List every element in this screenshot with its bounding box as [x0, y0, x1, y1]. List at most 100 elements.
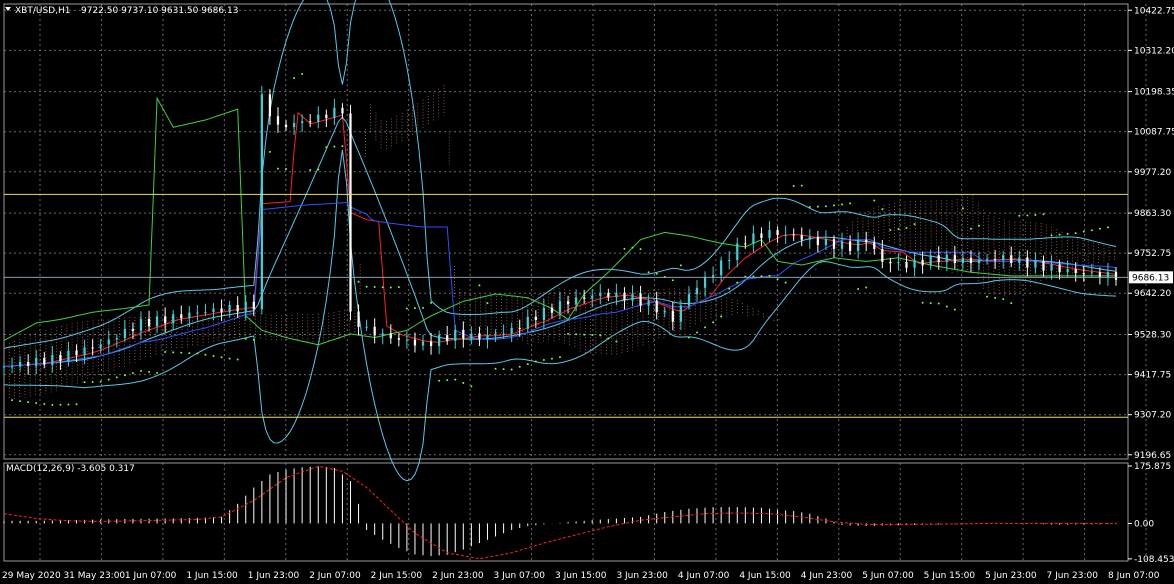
time-tick-label: 3 Jun 07:00	[494, 571, 546, 581]
sar-dot	[51, 403, 54, 406]
price-tick-label: 9642.20	[1134, 289, 1171, 299]
candle-body	[832, 239, 836, 249]
candle-body	[655, 300, 658, 313]
sar-dot	[671, 279, 674, 282]
candle-body	[188, 312, 191, 319]
candle-body	[502, 333, 505, 335]
sar-dot	[285, 167, 288, 170]
sar-dot	[873, 199, 876, 202]
sar-dot	[631, 246, 634, 249]
chart-canvas: 10422.75 10312.20 10198.35 10087.75 9977.20 9…	[0, 0, 1174, 584]
sar-dot	[430, 301, 433, 304]
candle-body	[1018, 257, 1021, 263]
candle-body	[1050, 264, 1053, 271]
sar-dot	[905, 227, 908, 230]
symbol-label: XBT/USD,H1	[15, 6, 70, 16]
sar-dot	[373, 286, 376, 289]
sar-dot	[188, 352, 191, 355]
sar-dot	[1018, 214, 1021, 217]
time-tick-label: 29 May 2020	[2, 571, 61, 581]
sar-dot	[486, 302, 489, 305]
candle-body	[607, 292, 610, 298]
candle-body	[542, 307, 546, 321]
time-tick-label: 5 Jun 23:00	[985, 571, 1037, 581]
candle-body	[438, 335, 441, 347]
candle-body	[365, 326, 368, 328]
sar-dot	[526, 363, 529, 366]
candle-body	[969, 257, 973, 264]
candle-body	[123, 328, 126, 339]
sar-dot	[1010, 302, 1013, 305]
candle-body	[1026, 257, 1029, 268]
candle-body	[83, 347, 86, 356]
sar-dot	[655, 272, 658, 275]
candle-body	[695, 287, 699, 295]
sar-dot	[164, 351, 167, 354]
candle-body	[35, 357, 38, 366]
candle-body	[518, 327, 521, 329]
candle-body	[816, 236, 819, 246]
price-tick-label: 10087.75	[1134, 128, 1174, 138]
sar-dot	[244, 337, 247, 340]
sar-dot	[736, 281, 739, 284]
sar-dot	[575, 333, 578, 336]
sar-dot	[687, 336, 690, 339]
sar-dot	[1034, 214, 1037, 217]
time-tick-label: 8 Jun 07:00	[1108, 571, 1160, 581]
candle-body	[196, 312, 199, 314]
sar-dot	[11, 399, 14, 402]
sar-dot	[357, 280, 360, 283]
sar-dot	[470, 385, 473, 388]
time-tick-label: 4 Jun 23:00	[801, 571, 853, 581]
candle-body	[389, 333, 392, 339]
candle-body	[1034, 260, 1037, 268]
candle-body	[792, 234, 795, 236]
candle-body	[244, 301, 247, 312]
sar-dot	[768, 274, 771, 277]
candle-body	[615, 292, 618, 298]
sar-dot	[1074, 232, 1077, 235]
sar-dot	[1098, 227, 1101, 230]
candle-body	[776, 230, 779, 236]
sar-dot	[897, 228, 900, 231]
sar-dot	[849, 202, 852, 205]
candle-body	[824, 239, 828, 246]
sar-dot	[35, 402, 38, 405]
sar-dot	[1050, 234, 1053, 237]
macd-tick-label: 0.00	[1134, 519, 1154, 529]
candle-body	[510, 327, 513, 334]
sar-dot	[728, 287, 731, 290]
sar-dot	[293, 76, 296, 79]
candle-body	[1106, 271, 1110, 277]
sar-dot	[591, 334, 594, 337]
sar-dot	[953, 308, 956, 311]
candle-body	[1058, 264, 1061, 273]
sar-dot	[333, 145, 336, 148]
candle-body	[212, 308, 215, 313]
candle-body	[172, 314, 175, 324]
sar-dot	[865, 286, 868, 289]
sar-dot	[760, 275, 763, 278]
sar-dot	[623, 247, 626, 250]
sar-dot	[720, 315, 723, 318]
ohlc-label: 9722.50 9737.10 9631.50 9686.13	[81, 6, 238, 16]
candle-body	[99, 344, 102, 349]
candle-body	[994, 259, 997, 261]
sar-dot	[413, 307, 416, 310]
candle-body	[268, 94, 272, 117]
current-price-label: 9686.13	[1132, 273, 1169, 283]
macd-label: MACD(12,26,9) -3.605 0.317	[6, 464, 135, 474]
candle-body	[107, 339, 110, 345]
candle-body	[381, 333, 384, 336]
sar-dot	[542, 359, 545, 362]
sar-dot	[59, 403, 62, 406]
candle-body	[768, 230, 771, 239]
sar-dot	[1026, 214, 1029, 217]
candle-body	[1098, 272, 1102, 277]
candle-body	[18, 361, 22, 367]
candle-body	[486, 334, 489, 340]
sar-dot	[1082, 230, 1085, 233]
macd-tick-label: -108.453	[1134, 555, 1174, 565]
candle-body	[550, 307, 554, 313]
candle-body	[881, 248, 884, 262]
